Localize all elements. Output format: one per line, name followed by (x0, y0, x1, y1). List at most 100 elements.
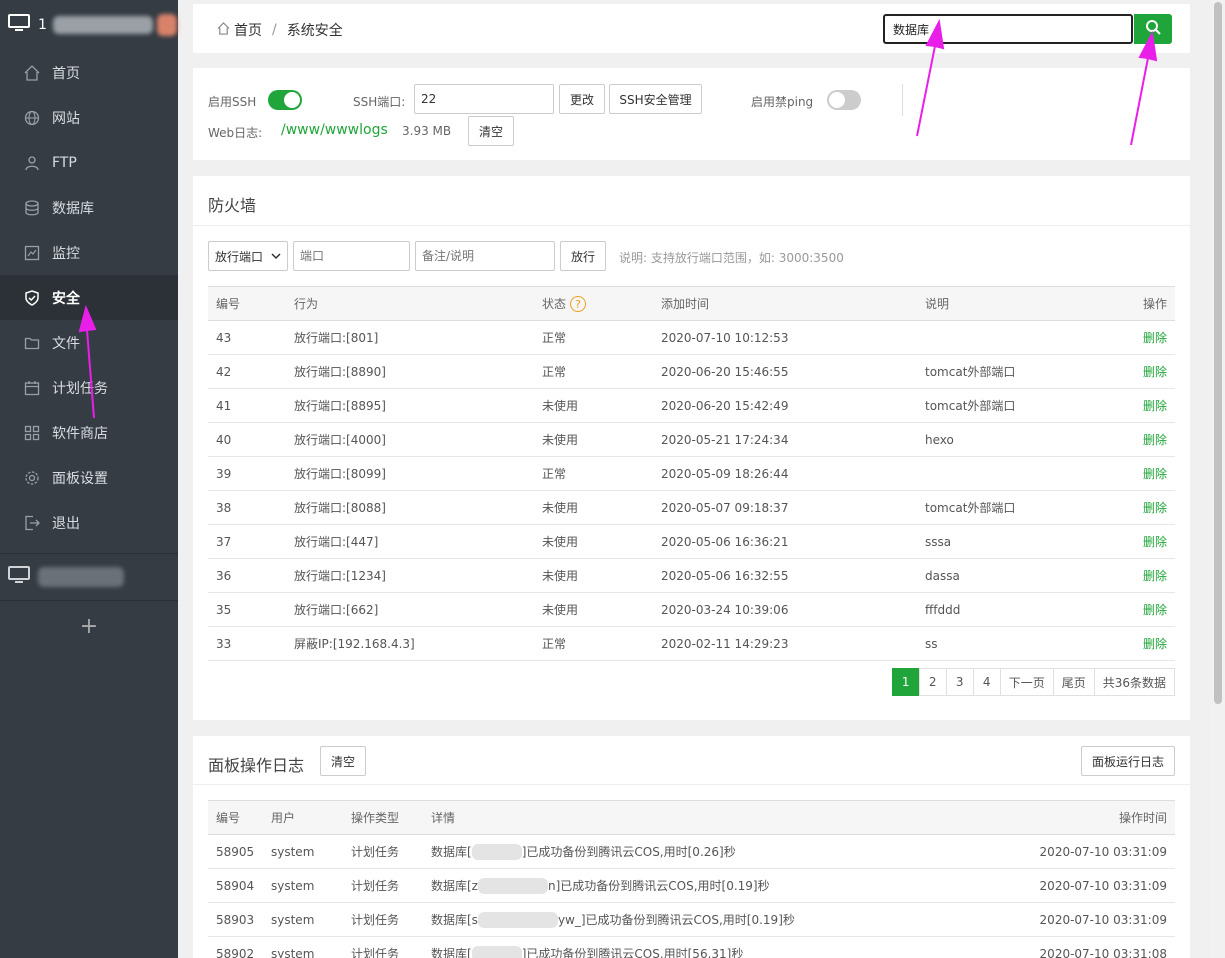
delete-rule-link[interactable]: 删除 (1143, 399, 1167, 413)
sidebar-item-5[interactable]: 安全 (0, 275, 178, 320)
page-button[interactable]: 2 (918, 668, 947, 696)
help-icon[interactable]: ? (570, 296, 587, 313)
table-row: 58902 system 计划任务 数据库[]已成功备份到腾讯云COS,用时[56.3… (208, 936, 1175, 958)
clear-weblog-button[interactable]: 清空 (468, 116, 514, 146)
last-page-button[interactable]: 尾页 (1052, 668, 1095, 696)
redacted-avatar (156, 14, 177, 36)
page-button[interactable]: 1 (891, 668, 920, 696)
delete-rule-link[interactable]: 删除 (1143, 603, 1167, 617)
column-header: 行为 (286, 286, 534, 321)
log-id: 58904 (208, 868, 263, 903)
redacted-server-ip (52, 16, 153, 34)
table-row: 36 放行端口:[1234] 未使用 2020-05-06 16:32:55 dassa… (208, 558, 1175, 593)
rule-action: 放行端口:[447] (286, 524, 534, 559)
search-button[interactable] (1134, 14, 1172, 44)
log-detail-suffix: ]已成功备份到腾讯云COS,用时[56.31]秒 (521, 946, 744, 958)
weblog-path-link[interactable]: /www/wwwlogs (281, 122, 388, 138)
rule-note: fffddd (917, 592, 1097, 627)
rule-time: 2020-03-24 10:39:06 (653, 592, 917, 627)
gear-icon (24, 470, 40, 486)
run-log-button[interactable]: 面板运行日志 (1081, 746, 1175, 776)
divider (902, 84, 903, 116)
server-second[interactable] (0, 553, 178, 601)
change-port-button[interactable]: 更改 (559, 84, 605, 114)
rule-status: 正常 (534, 626, 653, 661)
log-id: 58902 (208, 936, 263, 958)
log-user: system (263, 936, 343, 958)
security-settings: 启用SSH SSH端口: 更改 SSH安全管理 启用禁ping Web日志: /… (193, 68, 1190, 160)
scrollbar[interactable] (1211, 0, 1225, 958)
delete-rule-link[interactable]: 删除 (1143, 569, 1167, 583)
table-row: 58903 system 计划任务 数据库[s yw_]已成功备份到腾讯云COS,用时[… (208, 902, 1175, 937)
delete-rule-link[interactable]: 删除 (1143, 433, 1167, 447)
page-button[interactable]: 4 (972, 668, 1001, 696)
sidebar-item-4[interactable]: 监控 (0, 230, 178, 275)
sidebar-item-6[interactable]: 文件 (0, 320, 178, 365)
delete-rule-link[interactable]: 删除 (1143, 535, 1167, 549)
delete-rule-link[interactable]: 删除 (1143, 637, 1167, 651)
log-id: 58905 (208, 834, 263, 869)
port-input[interactable] (293, 241, 410, 271)
server-header[interactable]: 1 (0, 0, 178, 50)
redacted-server-name (38, 567, 124, 587)
delete-rule-link[interactable]: 删除 (1143, 501, 1167, 515)
sidebar-item-0[interactable]: 首页 (0, 50, 178, 95)
scrollbar-thumb[interactable] (1214, 2, 1222, 704)
sidebar: 1 首页网站 FTP 数据库 监控 安全 文件 计划任务 软件商店 面板设置 退出 + (0, 0, 178, 958)
delete-rule-link[interactable]: 删除 (1143, 467, 1167, 481)
ssh-manage-button[interactable]: SSH安全管理 (609, 84, 702, 114)
sidebar-item-2[interactable]: FTP (0, 140, 178, 185)
chevron-down-icon (271, 249, 281, 263)
ping-toggle[interactable] (827, 90, 861, 110)
ssh-port-label: SSH端口: (353, 95, 406, 109)
sidebar-item-10[interactable]: 退出 (0, 500, 178, 545)
log-detail: 数据库[z n]已成功备份到腾讯云COS,用时[0.19]秒 (423, 868, 1015, 903)
log-detail: 数据库[]已成功备份到腾讯云COS,用时[56.31]秒 (423, 936, 1015, 958)
log-time: 2020-07-10 03:31:09 (1015, 902, 1175, 937)
next-page-button[interactable]: 下一页 (999, 668, 1054, 696)
log-id: 58903 (208, 902, 263, 937)
sidebar-item-7[interactable]: 计划任务 (0, 365, 178, 410)
operation-log-panel: 面板操作日志 清空 面板运行日志 编号 用户 操作类型 详情 操作时间 5890… (193, 736, 1190, 958)
allow-port-button[interactable]: 放行 (560, 241, 606, 271)
delete-rule-link[interactable]: 删除 (1143, 331, 1167, 345)
sidebar-item-9[interactable]: 面板设置 (0, 455, 178, 500)
divider (193, 225, 1190, 226)
search-input[interactable] (883, 14, 1133, 44)
column-header: 说明 (917, 286, 1097, 321)
log-type: 计划任务 (343, 936, 423, 958)
ssh-port-input[interactable] (414, 84, 554, 114)
column-header: 用户 (263, 800, 343, 835)
sidebar-item-3[interactable]: 数据库 (0, 185, 178, 230)
rule-id: 35 (208, 592, 286, 627)
ssh-enable-label: 启用SSH (208, 95, 257, 109)
rule-note: hexo (917, 422, 1097, 457)
column-header: 操作时间 (1015, 800, 1175, 835)
logout-icon (24, 515, 40, 531)
breadcrumb-home-link[interactable]: 首页 (234, 20, 262, 40)
breadcrumb-current: 系统安全 (286, 23, 343, 39)
table-row: 58905 system 计划任务 数据库[]已成功备份到腾讯云COS,用时[0.26… (208, 834, 1175, 869)
firewall-table: 编号 行为 状态? 添加时间 说明 操作 43 放行端口:[801] 正常 2020-… (208, 286, 1175, 661)
add-server-button[interactable]: + (0, 601, 178, 651)
rule-id: 36 (208, 558, 286, 593)
clear-log-button[interactable]: 清空 (320, 746, 366, 776)
sidebar-item-label: 网站 (52, 110, 80, 127)
column-header: 编号 (208, 286, 286, 321)
note-input[interactable] (415, 241, 555, 271)
rule-id: 37 (208, 524, 286, 559)
log-detail: 数据库[]已成功备份到腾讯云COS,用时[0.26]秒 (423, 834, 1015, 869)
log-user: system (263, 902, 343, 937)
ftp-icon (24, 155, 40, 171)
table-row: 58904 system 计划任务 数据库[z n]已成功备份到腾讯云COS,用时[0.… (208, 868, 1175, 903)
delete-rule-link[interactable]: 删除 (1143, 365, 1167, 379)
table-row: 43 放行端口:[801] 正常 2020-07-10 10:12:53 删除 (208, 320, 1175, 355)
rule-type-select[interactable]: 放行端口 (208, 241, 288, 271)
rule-id: 39 (208, 456, 286, 491)
rule-note: tomcat外部端口 (917, 354, 1097, 389)
ssh-toggle[interactable] (268, 90, 302, 110)
sidebar-item-8[interactable]: 软件商店 (0, 410, 178, 455)
rule-note: ss (917, 626, 1097, 661)
sidebar-item-1[interactable]: 网站 (0, 95, 178, 140)
page-button[interactable]: 3 (945, 668, 974, 696)
